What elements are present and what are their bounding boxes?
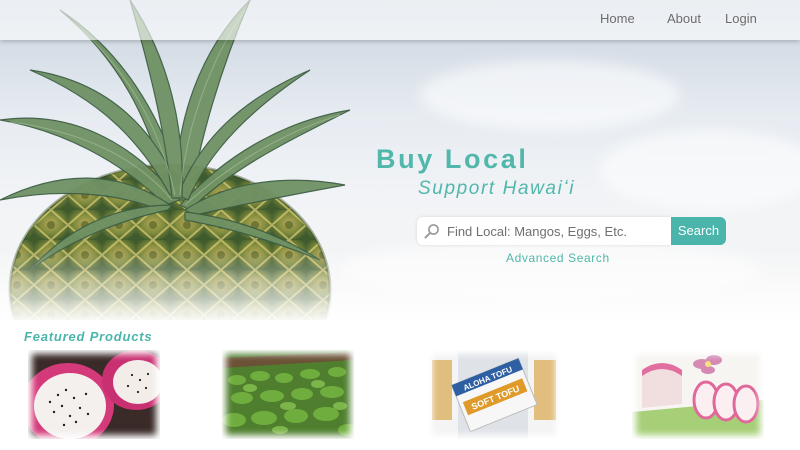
search-icon	[424, 224, 439, 239]
tofu-brand-label: ALOHA TOFU	[462, 365, 514, 393]
tofu-product-label: SOFT TOFU	[470, 384, 521, 412]
featured-products-heading: Featured Products	[24, 329, 153, 344]
cloud	[420, 60, 680, 130]
search-field[interactable]	[417, 217, 671, 245]
product-card-dragon-fruit[interactable]	[28, 350, 160, 439]
product-card-leafy-greens[interactable]	[222, 350, 354, 439]
page-subtitle: Support Hawaiʻi	[418, 178, 576, 199]
product-card-kamaboko[interactable]	[632, 350, 764, 439]
hero-fade	[0, 250, 800, 320]
nav-about-link[interactable]: About	[667, 11, 701, 26]
product-card-aloha-tofu[interactable]: ALOHA TOFU SOFT TOFU	[428, 350, 560, 439]
advanced-search-link[interactable]: Advanced Search	[506, 251, 610, 265]
cloud	[600, 130, 800, 210]
search-input[interactable]	[447, 217, 667, 245]
top-navbar: Home About Login	[0, 0, 800, 40]
search-button[interactable]: Search	[671, 217, 726, 245]
kamaboko-image	[632, 350, 764, 439]
leafy-greens-image	[222, 350, 354, 439]
nav-home-link[interactable]: Home	[600, 11, 635, 26]
dragon-fruit-image	[28, 350, 160, 439]
aloha-tofu-image: ALOHA TOFU SOFT TOFU	[428, 350, 560, 439]
nav-login-link[interactable]: Login	[725, 11, 757, 26]
page-title: Buy Local	[376, 144, 529, 174]
